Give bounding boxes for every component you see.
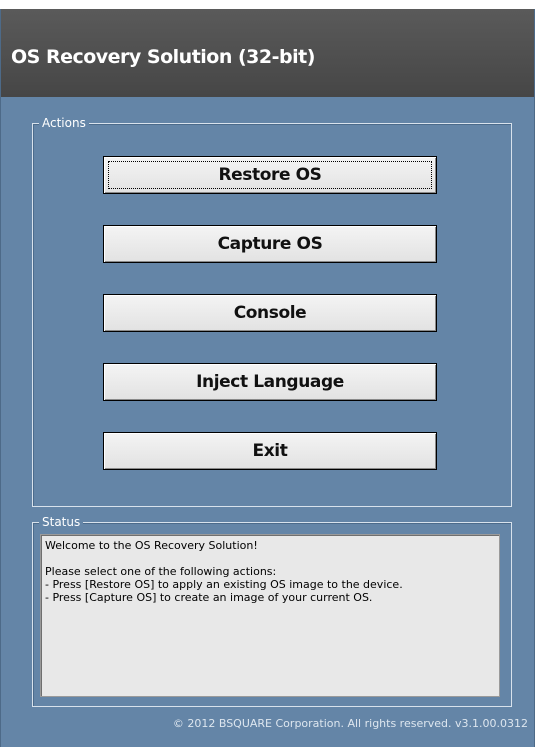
status-line-prompt: Please select one of the following actio… <box>45 565 277 578</box>
status-line-welcome: Welcome to the OS Recovery Solution! <box>45 539 258 552</box>
actions-groupbox: Actions Restore OS Capture OS Console In… <box>32 115 512 507</box>
status-line-blank <box>45 552 495 565</box>
status-line-capture-hint: - Press [Capture OS] to create an image … <box>45 591 373 604</box>
window-title: OS Recovery Solution (32-bit) <box>11 46 315 68</box>
actions-legend: Actions <box>39 115 89 131</box>
status-line-restore-hint: - Press [Restore OS] to apply an existin… <box>45 578 403 591</box>
exit-button[interactable]: Exit <box>103 432 437 470</box>
status-textbox[interactable]: Welcome to the OS Recovery Solution! Ple… <box>40 534 500 697</box>
title-bar: OS Recovery Solution (32-bit) <box>1 9 534 97</box>
inject-language-button[interactable]: Inject Language <box>103 363 437 401</box>
status-groupbox: Status Welcome to the OS Recovery Soluti… <box>32 514 512 707</box>
console-button[interactable]: Console <box>103 294 437 332</box>
capture-os-button[interactable]: Capture OS <box>103 225 437 263</box>
app-window: OS Recovery Solution (32-bit) Actions Re… <box>0 9 535 747</box>
status-legend: Status <box>39 514 84 530</box>
copyright-text: © 2012 BSQUARE Corporation. All rights r… <box>172 717 528 730</box>
restore-os-button[interactable]: Restore OS <box>103 156 437 194</box>
